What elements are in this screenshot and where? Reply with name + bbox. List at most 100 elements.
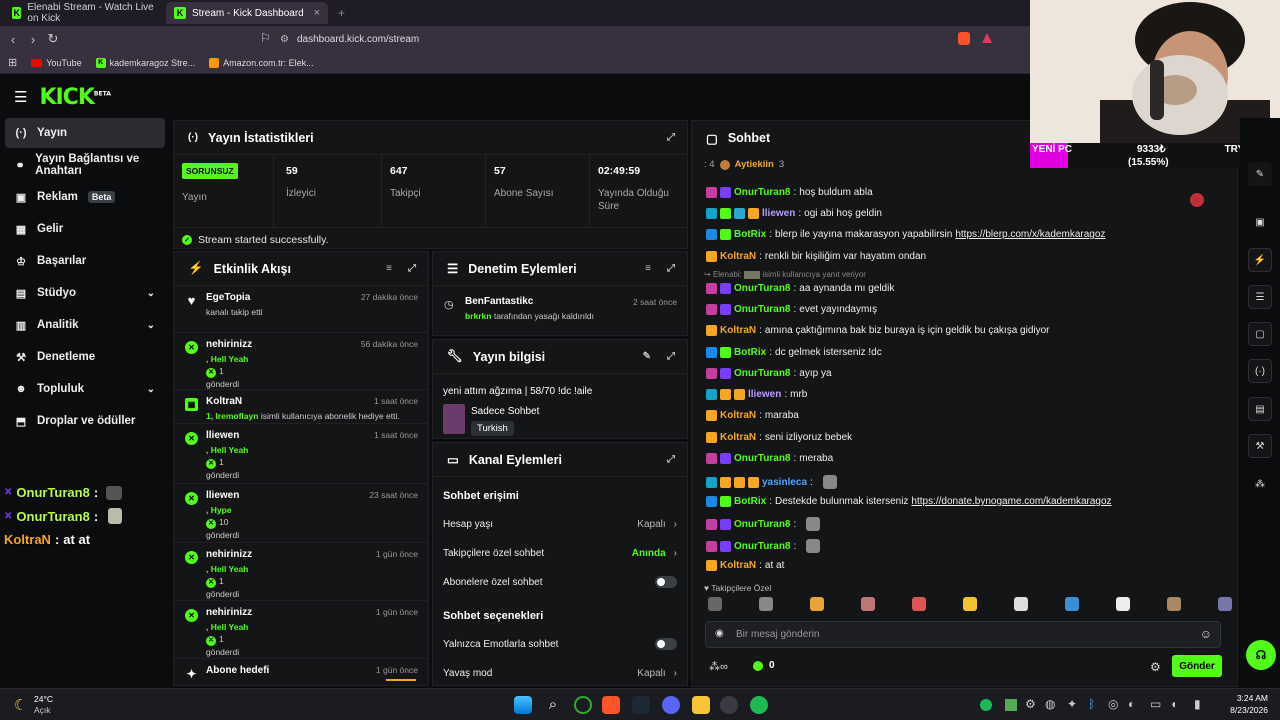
chat-username[interactable]: BotRix	[734, 347, 766, 358]
settings-gear-icon[interactable]: ⚙	[1150, 660, 1161, 674]
chat-username[interactable]: KoltraN	[720, 410, 756, 421]
sidebar-item-7[interactable]: ⚒ Denetleme	[5, 342, 165, 372]
chat-username[interactable]: OnurTuran8	[734, 304, 790, 315]
browser-tab-watch[interactable]: K Elenabi Stream - Watch Live on Kick	[4, 2, 162, 24]
chat-link[interactable]: https://donate.bynogame.com/kademkaragoz	[911, 496, 1111, 507]
emote-icon[interactable]	[912, 597, 926, 611]
emote-icon[interactable]	[708, 597, 722, 611]
filter-icon[interactable]: ≡	[645, 263, 651, 274]
chat-username[interactable]: BotRix	[734, 496, 766, 507]
sidebar-item-2[interactable]: ▣ Reklam Beta	[5, 182, 165, 212]
sidebar-item-3[interactable]: ▦ Gelir	[5, 214, 165, 244]
sidebar-item-9[interactable]: ⬒ Droplar ve ödüller	[5, 406, 165, 436]
reload-icon[interactable]: ↻	[43, 31, 63, 47]
bookmark-youtube[interactable]: YouTube	[31, 58, 82, 68]
spotify-icon[interactable]	[750, 696, 768, 714]
popout-icon[interactable]: ⤢	[667, 351, 675, 362]
emote-icon[interactable]	[810, 597, 824, 611]
chat-username[interactable]: BotRix	[734, 229, 766, 240]
apps-grid-icon[interactable]: ⊞	[8, 56, 17, 69]
back-arrow-icon[interactable]: ‹	[3, 32, 23, 47]
row-followers-only[interactable]: Takipçilere özel sohbet Anında ›	[443, 542, 677, 564]
users-icon[interactable]: ⁂	[1248, 472, 1272, 496]
new-tab-button[interactable]: +	[338, 6, 345, 20]
chat-username[interactable]: OnurTuran8	[734, 187, 790, 198]
sidebar-item-4[interactable]: ♔ Başarılar	[5, 246, 165, 276]
bluetooth-icon[interactable]: ᛒ	[1088, 697, 1095, 711]
emote-icon[interactable]	[1065, 597, 1079, 611]
chat-username[interactable]: OnurTuran8	[734, 519, 790, 530]
url-field[interactable]: ⚙ dashboard.kick.com/stream	[280, 30, 996, 49]
emote-icon[interactable]	[963, 597, 977, 611]
help-headset-icon[interactable]: ☊	[1246, 640, 1276, 670]
row-slow-mode[interactable]: Yavaş mod Kapalı ›	[443, 662, 677, 684]
tray-icon[interactable]: ◍	[1045, 697, 1055, 711]
discord-icon[interactable]	[662, 696, 680, 714]
clock-date[interactable]: 8/23/2026	[1230, 705, 1268, 715]
row-account-age[interactable]: Hesap yaşı Kapalı ›	[443, 513, 677, 535]
kick-logo[interactable]: KICKBETA	[39, 85, 110, 110]
edit-icon[interactable]: ✎	[643, 351, 651, 362]
chat-username[interactable]: lliewen	[762, 208, 795, 219]
emote-icon[interactable]	[1218, 597, 1232, 611]
brave-browser-icon[interactable]	[602, 696, 620, 714]
forward-arrow-icon[interactable]: ›	[23, 32, 43, 47]
emote-icon[interactable]	[1014, 597, 1028, 611]
tv-icon[interactable]: ▤	[1248, 397, 1272, 421]
brave-rewards-icon[interactable]	[982, 33, 992, 43]
battery-icon[interactable]: ▮	[1194, 697, 1201, 711]
tray-icon[interactable]: ⚙	[1025, 697, 1036, 711]
tray-icon[interactable]: ✦	[1067, 697, 1077, 711]
volume-icon[interactable]: ◖	[1170, 697, 1177, 711]
file-explorer-icon[interactable]	[692, 696, 710, 714]
subs-only-toggle[interactable]	[655, 576, 677, 588]
sidebar-item-1[interactable]: ⚭ Yayın Bağlantısı ve Anahtarı	[5, 150, 165, 180]
chat-username[interactable]: OnurTuran8	[734, 541, 790, 552]
chat-bubble-icon[interactable]: ▢	[1248, 322, 1272, 346]
broadcast-icon[interactable]: (·)	[1248, 359, 1272, 383]
bookmark-amazon[interactable]: Amazon.com.tr: Elek...	[209, 57, 314, 68]
chat-username[interactable]: lliewen	[748, 389, 781, 400]
send-button[interactable]: Gönder	[1172, 655, 1222, 677]
lightning-icon[interactable]: ⚡	[1248, 248, 1272, 272]
chat-link[interactable]: https://blerp.com/x/kademkaragoz	[955, 229, 1105, 240]
app-icon[interactable]	[574, 696, 592, 714]
infinity-icon[interactable]: ⁂∞	[709, 660, 728, 673]
browser-tab-dashboard[interactable]: K Stream - Kick Dashboard ×	[166, 2, 328, 24]
tray-icon[interactable]	[1005, 699, 1017, 711]
emote-only-toggle[interactable]	[655, 638, 677, 650]
sidebar-item-8[interactable]: ☻ Topluluk ⌄	[5, 374, 165, 404]
close-tab-icon[interactable]: ×	[314, 7, 320, 19]
tray-icon[interactable]: ◐	[1128, 697, 1135, 711]
chat-username[interactable]: OnurTuran8	[734, 283, 790, 294]
chat-username[interactable]: OnurTuran8	[734, 453, 790, 464]
chat-username[interactable]: OnurTuran8	[734, 368, 790, 379]
tray-icon[interactable]: ◎	[1108, 697, 1118, 711]
chat-username[interactable]: yasinleca	[762, 477, 807, 488]
site-info-icon[interactable]: ⚙	[280, 34, 289, 45]
stream-category[interactable]: Sadece Sohbet	[471, 406, 539, 417]
list-icon[interactable]: ☰	[1248, 285, 1272, 309]
network-icon[interactable]: ▭	[1150, 697, 1161, 711]
chat-input[interactable]: ◉ Bir mesaj gönderin ☺	[705, 621, 1221, 648]
sidebar-item-0[interactable]: (·) Yayın	[5, 118, 165, 148]
bookmark-kick[interactable]: K kademkaragoz Stre...	[95, 57, 195, 68]
windows-start-icon[interactable]	[514, 696, 532, 714]
filter-icon[interactable]: ≡	[386, 263, 392, 274]
clock-time[interactable]: 3:24 AM	[1237, 693, 1268, 703]
edit-icon[interactable]: ✎	[1248, 162, 1272, 186]
search-icon[interactable]: ⌕	[544, 696, 562, 714]
sidebar-item-6[interactable]: ▥ Analitik ⌄	[5, 310, 165, 340]
emote-icon[interactable]	[759, 597, 773, 611]
steam-icon[interactable]	[632, 696, 650, 714]
emote-icon[interactable]	[1116, 597, 1130, 611]
chat-username[interactable]: KoltraN	[720, 325, 756, 336]
card-icon[interactable]: ▣	[1248, 210, 1272, 234]
chat-username[interactable]: KoltraN	[720, 251, 756, 262]
emote-icon[interactable]	[861, 597, 875, 611]
emoji-icon[interactable]: ☺	[1200, 627, 1212, 641]
popout-icon[interactable]: ⤢	[667, 263, 675, 274]
popout-icon[interactable]: ⤢	[408, 263, 416, 274]
wrench-icon[interactable]: ⚒	[1248, 434, 1272, 458]
app-icon[interactable]	[720, 696, 738, 714]
